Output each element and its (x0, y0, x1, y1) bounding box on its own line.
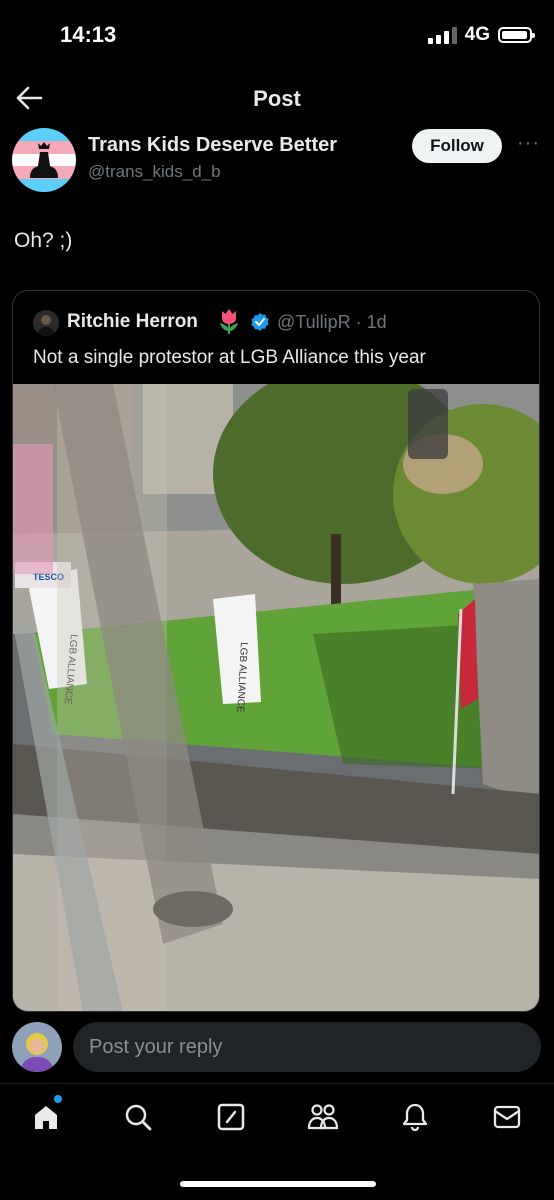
quoted-handle-time: @TullipR · 1d (277, 312, 387, 332)
home-icon[interactable] (26, 1097, 66, 1137)
tabbar-divider (0, 1083, 554, 1084)
follow-button[interactable]: Follow (412, 129, 502, 163)
tulip-icon (217, 307, 241, 335)
author-handle[interactable]: @trans_kids_d_b (88, 162, 221, 182)
page-title: Post (253, 86, 301, 111)
verified-badge-icon (250, 312, 270, 332)
battery-icon (498, 27, 535, 43)
messages-icon[interactable] (487, 1097, 527, 1137)
search-icon[interactable] (118, 1097, 158, 1137)
user-avatar[interactable] (12, 1022, 62, 1072)
notifications-icon[interactable] (395, 1097, 435, 1137)
home-indicator (180, 1181, 376, 1187)
status-time: 14:13 (60, 22, 117, 47)
post-text: Oh? ;) (14, 229, 73, 252)
status-indicators: 4G (427, 24, 535, 46)
quoted-post-card[interactable]: Ritchie Herron @TullipR · 1d Not a singl… (12, 290, 540, 1012)
more-options-icon[interactable]: ··· (517, 132, 540, 155)
signal-icon (427, 26, 457, 44)
quoted-author-name: Ritchie Herron (67, 311, 198, 332)
communities-icon[interactable] (303, 1097, 343, 1137)
network-type: 4G (464, 24, 490, 45)
quoted-post-text: Not a single protestor at LGB Alliance t… (33, 347, 426, 368)
home-notification-dot (54, 1095, 62, 1103)
quoted-author-avatar (33, 310, 59, 336)
reply-input[interactable]: Post your reply (73, 1022, 541, 1072)
compose-icon[interactable] (211, 1097, 251, 1137)
author-avatar[interactable] (12, 128, 76, 192)
quoted-post-photo[interactable]: LGB ALLIANCE LGB ALLIANCE TESCO (13, 364, 539, 1011)
author-name[interactable]: Trans Kids Deserve Better (88, 134, 337, 157)
